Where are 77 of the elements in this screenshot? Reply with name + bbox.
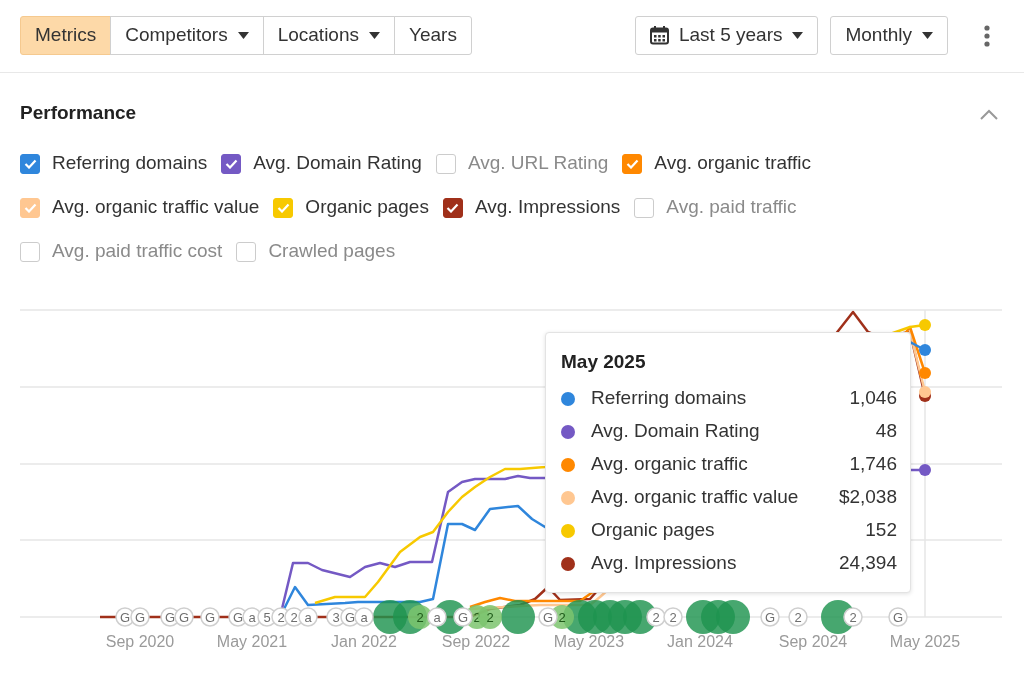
axis-label: Sep 2022 bbox=[441, 632, 511, 650]
metric-label: Avg. Domain Rating bbox=[591, 419, 760, 444]
annotation-marker[interactable]: G bbox=[538, 606, 558, 627]
axis-label: Jan 2022 bbox=[331, 632, 397, 650]
data-point bbox=[919, 318, 931, 331]
annotation-marker[interactable]: 2 bbox=[843, 606, 863, 627]
checkbox-label: Avg. paid traffic cost bbox=[52, 239, 223, 264]
calendar-icon bbox=[649, 26, 669, 45]
check-icon bbox=[625, 158, 639, 169]
annotation-marker[interactable]: 2 bbox=[788, 606, 808, 627]
checkbox-label: Avg. Impressions bbox=[474, 195, 621, 220]
checkbox-label: Avg. organic traffic value bbox=[52, 195, 260, 220]
checkbox-label: Organic pages bbox=[305, 195, 429, 220]
data-point bbox=[919, 343, 931, 356]
annotation-marker[interactable]: a bbox=[354, 606, 374, 627]
caret-icon bbox=[369, 32, 380, 39]
tooltip-title: May 2025 bbox=[561, 349, 647, 374]
axis-label: May 2023 bbox=[553, 632, 625, 650]
annotation-marker[interactable]: G bbox=[174, 606, 194, 627]
check-icon bbox=[446, 202, 460, 213]
checkbox-label: Avg. organic traffic bbox=[654, 151, 811, 176]
annotation-marker[interactable]: a bbox=[427, 606, 447, 627]
more-options-icon[interactable] bbox=[984, 23, 990, 48]
caret-icon bbox=[792, 32, 804, 39]
metric-label: Organic pages bbox=[591, 518, 715, 543]
axis-label: Jan 2024 bbox=[667, 632, 733, 650]
metric-value: 152 bbox=[865, 518, 897, 543]
annotation-marker[interactable]: a bbox=[298, 606, 318, 627]
checkbox-label: Crawled pages bbox=[268, 239, 396, 264]
annotation-marker[interactable]: G bbox=[760, 606, 780, 627]
metric-value: 1,046 bbox=[849, 386, 897, 411]
axis-label: Sep 2020 bbox=[105, 632, 175, 650]
axis-label: May 2021 bbox=[216, 632, 288, 650]
data-point bbox=[919, 366, 931, 379]
check-icon bbox=[276, 202, 290, 213]
segment-tab[interactable]: Competitors bbox=[110, 16, 264, 55]
checkbox-label: Avg. Domain Rating bbox=[253, 151, 422, 176]
annotation-marker[interactable]: G bbox=[453, 606, 473, 627]
metric-label: Referring domains bbox=[591, 386, 747, 411]
metric-label: Avg. organic traffic value bbox=[591, 485, 799, 510]
date-range-dropdown[interactable]: Last 5 years bbox=[634, 16, 819, 55]
event-marker[interactable] bbox=[501, 599, 535, 634]
checkbox-label: Referring domains bbox=[52, 151, 208, 176]
annotation-marker[interactable]: G bbox=[200, 606, 220, 627]
check-icon bbox=[23, 158, 37, 169]
checkbox[interactable] bbox=[20, 153, 40, 174]
checkbox[interactable] bbox=[622, 153, 643, 174]
check-icon bbox=[224, 158, 238, 169]
data-point bbox=[919, 385, 931, 398]
annotation-marker[interactable]: G bbox=[130, 606, 150, 627]
segment-tab[interactable]: Locations bbox=[262, 16, 395, 55]
checkbox-label: Avg. paid traffic bbox=[666, 195, 797, 220]
segment-tab[interactable]: Metrics bbox=[20, 16, 112, 55]
collapse-chevron-icon[interactable] bbox=[980, 108, 998, 120]
axis-label: May 2025 bbox=[889, 632, 961, 650]
checkbox[interactable] bbox=[442, 197, 463, 218]
metric-value: 48 bbox=[875, 419, 897, 444]
interval-dropdown[interactable]: Monthly bbox=[830, 16, 948, 55]
annotation-marker[interactable]: G bbox=[115, 606, 135, 627]
checkbox[interactable] bbox=[221, 153, 242, 174]
annotation-marker[interactable]: G bbox=[888, 606, 908, 627]
section-title: Performance bbox=[20, 101, 137, 125]
metric-label: Avg. organic traffic bbox=[591, 452, 748, 477]
caret-icon bbox=[922, 32, 933, 39]
checkbox-label: Avg. URL Rating bbox=[467, 151, 609, 176]
annotation-marker[interactable]: 2 bbox=[663, 606, 683, 627]
axis-label: Sep 2024 bbox=[778, 632, 848, 650]
event-marker[interactable] bbox=[716, 599, 750, 634]
metric-value: 1,746 bbox=[849, 452, 897, 477]
event-marker[interactable]: 2 bbox=[478, 604, 502, 629]
metric-value: $2,038 bbox=[838, 485, 897, 510]
data-point bbox=[919, 463, 931, 476]
check-icon bbox=[23, 202, 37, 213]
segment-tab[interactable]: Years bbox=[394, 16, 472, 55]
metric-label: Avg. Impressions bbox=[591, 551, 737, 576]
metric-value: 24,394 bbox=[838, 551, 897, 576]
caret-icon bbox=[237, 32, 249, 39]
